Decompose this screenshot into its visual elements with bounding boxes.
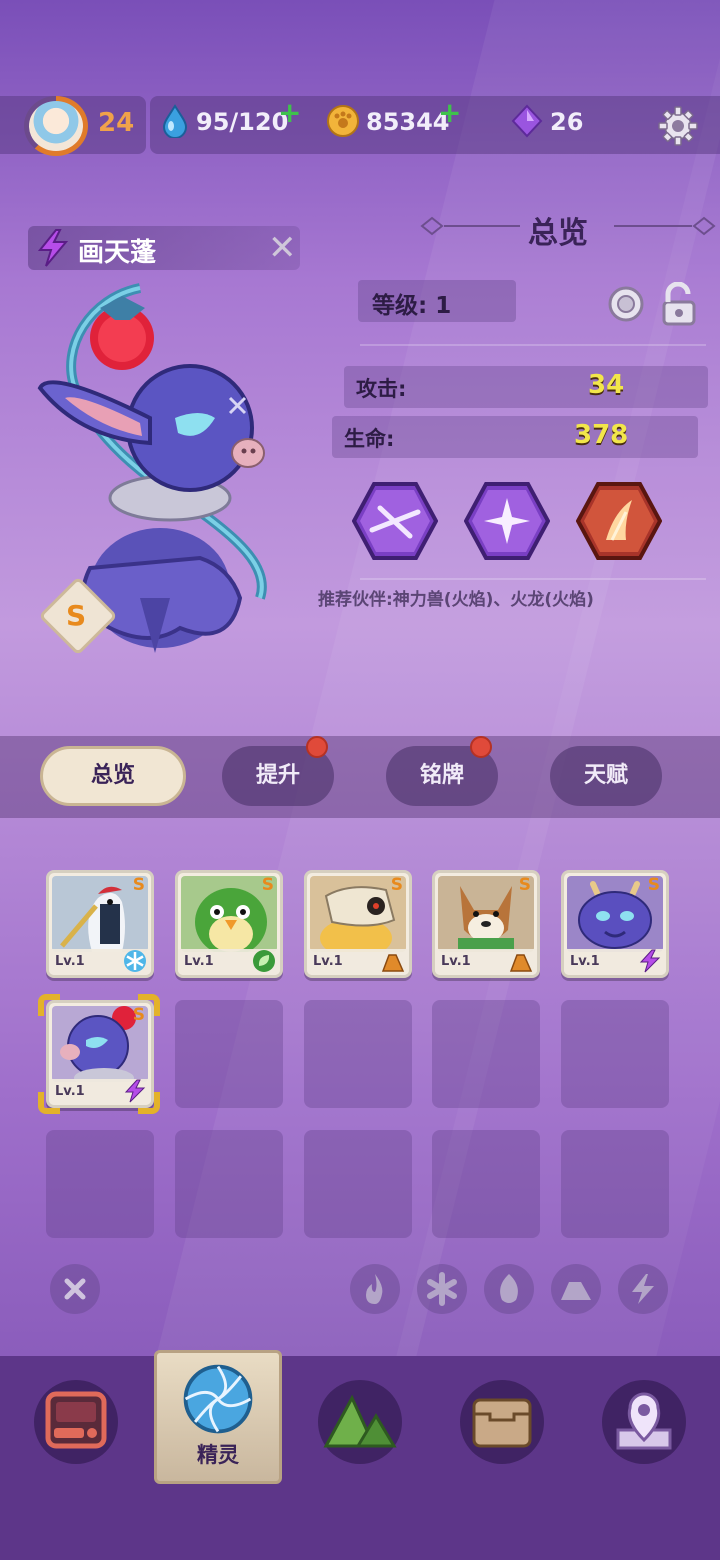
title-ornament-left [420, 216, 520, 236]
nav-spirit-label: 精灵 [197, 1443, 239, 1467]
notification-dot [306, 736, 328, 758]
level-label: 等级: [372, 293, 428, 319]
empty-slot [432, 1130, 540, 1238]
close-icon [64, 1278, 86, 1300]
leaf-filter-button[interactable] [484, 1264, 534, 1314]
level-row: 等级: 1 [358, 280, 516, 322]
nav-spirit-button[interactable]: 精灵 [154, 1350, 282, 1484]
currency-panel: 95/120 + 85344 + 26 [150, 96, 720, 154]
coin-icon [327, 105, 359, 137]
selection-corner [138, 994, 160, 1016]
gem-icon [511, 104, 543, 138]
tab-talent[interactable]: 天赋 [550, 746, 662, 806]
divider [360, 344, 706, 346]
rock-filter-button[interactable] [551, 1264, 601, 1314]
skill-sparkle-icon[interactable] [464, 482, 550, 560]
nav-map-button[interactable] [318, 1380, 402, 1464]
energy-drop-icon [162, 104, 188, 138]
selection-corner [138, 1092, 160, 1114]
clear-filter-button[interactable] [50, 1264, 100, 1314]
coin-add-icon[interactable]: + [438, 96, 461, 129]
empty-slot [432, 1000, 540, 1108]
nav-shop-button[interactable] [34, 1380, 118, 1464]
shop-icon [45, 1391, 107, 1449]
mountain-icon [323, 1394, 397, 1448]
gem-value: 26 [550, 108, 584, 136]
resource-bar: 24 95/120 + 85344 + 26 [0, 96, 720, 156]
selection-corner [38, 1092, 60, 1114]
empty-slot [175, 1130, 283, 1238]
empty-slot [175, 1000, 283, 1108]
stat-value: 378 [574, 420, 629, 450]
rock-element-icon [381, 954, 405, 972]
energy-add-icon[interactable]: + [278, 96, 301, 129]
stat-label: 生命: [344, 427, 395, 451]
leaf-icon [500, 1274, 518, 1303]
pet-card-dragon[interactable]: S Lv.1 [561, 870, 669, 978]
close-icon[interactable]: ✕ [268, 228, 297, 268]
empty-slot [304, 1000, 412, 1108]
aperture-icon [183, 1364, 253, 1434]
lightning-element-icon [37, 229, 69, 267]
fire-icon [366, 1274, 383, 1304]
rank-letter: S [66, 599, 87, 632]
card-rank: S [647, 875, 660, 895]
snowflake-icon [427, 1272, 457, 1306]
coin-value: 85344 [366, 108, 450, 136]
level-value: 1 [435, 293, 452, 319]
stat-value: 34 [588, 370, 625, 400]
pet-name: 画天蓬 [78, 238, 157, 268]
empty-slot [46, 1130, 154, 1238]
recommended-partners: 推荐伙伴:神力兽(火焰)、火龙(火焰) [318, 590, 594, 610]
pet-name-tag: 画天蓬 ✕ [28, 226, 300, 270]
chest-icon [472, 1398, 532, 1448]
empty-slot [561, 1000, 669, 1108]
overview-title: 总览 [528, 216, 588, 251]
lightning-element-icon [639, 949, 661, 973]
bottom-nav: 精灵 [0, 1350, 720, 1560]
fire-filter-button[interactable] [350, 1264, 400, 1314]
player-avatar[interactable] [24, 96, 88, 156]
pet-card-fox[interactable]: S Lv.1 [432, 870, 540, 978]
divider [360, 578, 706, 580]
nav-bag-button[interactable] [460, 1380, 544, 1464]
stat-row-health: 生命: 378 [332, 416, 698, 458]
card-rank: S [261, 875, 274, 895]
pet-card-skull-beast[interactable]: S Lv.1 [304, 870, 412, 978]
skill-fire-icon[interactable] [576, 482, 662, 560]
stat-row-attack: 攻击: 34 [344, 366, 708, 408]
nav-location-button[interactable] [602, 1380, 686, 1464]
leaf-element-icon [253, 950, 275, 972]
card-rank: S [390, 875, 403, 895]
rock-element-icon [509, 954, 533, 972]
skill-slash-icon[interactable] [352, 482, 438, 560]
tab-bar: 总览 提升 铭牌 天赋 [0, 736, 720, 818]
player-level-panel[interactable]: 24 [0, 96, 146, 156]
card-rank: S [518, 875, 531, 895]
tab-overview[interactable]: 总览 [40, 746, 186, 806]
player-level: 24 [98, 108, 135, 138]
title-ornament-right [614, 216, 716, 236]
ice-filter-button[interactable] [417, 1264, 467, 1314]
empty-slot [304, 1130, 412, 1238]
location-pin-icon [616, 1392, 672, 1450]
pet-card-parrot[interactable]: S Lv.1 [175, 870, 283, 978]
notification-dot [470, 736, 492, 758]
gear-icon[interactable] [656, 104, 700, 148]
selection-corner [38, 994, 60, 1016]
rock-icon [561, 1282, 591, 1300]
stat-label: 攻击: [356, 377, 407, 401]
lock-icon[interactable] [606, 282, 700, 326]
ice-element-icon [124, 950, 146, 972]
empty-slot [561, 1130, 669, 1238]
lightning-filter-button[interactable] [618, 1264, 668, 1314]
energy-value: 95/120 [196, 108, 289, 136]
lightning-icon [632, 1274, 654, 1304]
pet-card-crane[interactable]: S Lv.1 [46, 870, 154, 978]
card-rank: S [132, 875, 145, 895]
